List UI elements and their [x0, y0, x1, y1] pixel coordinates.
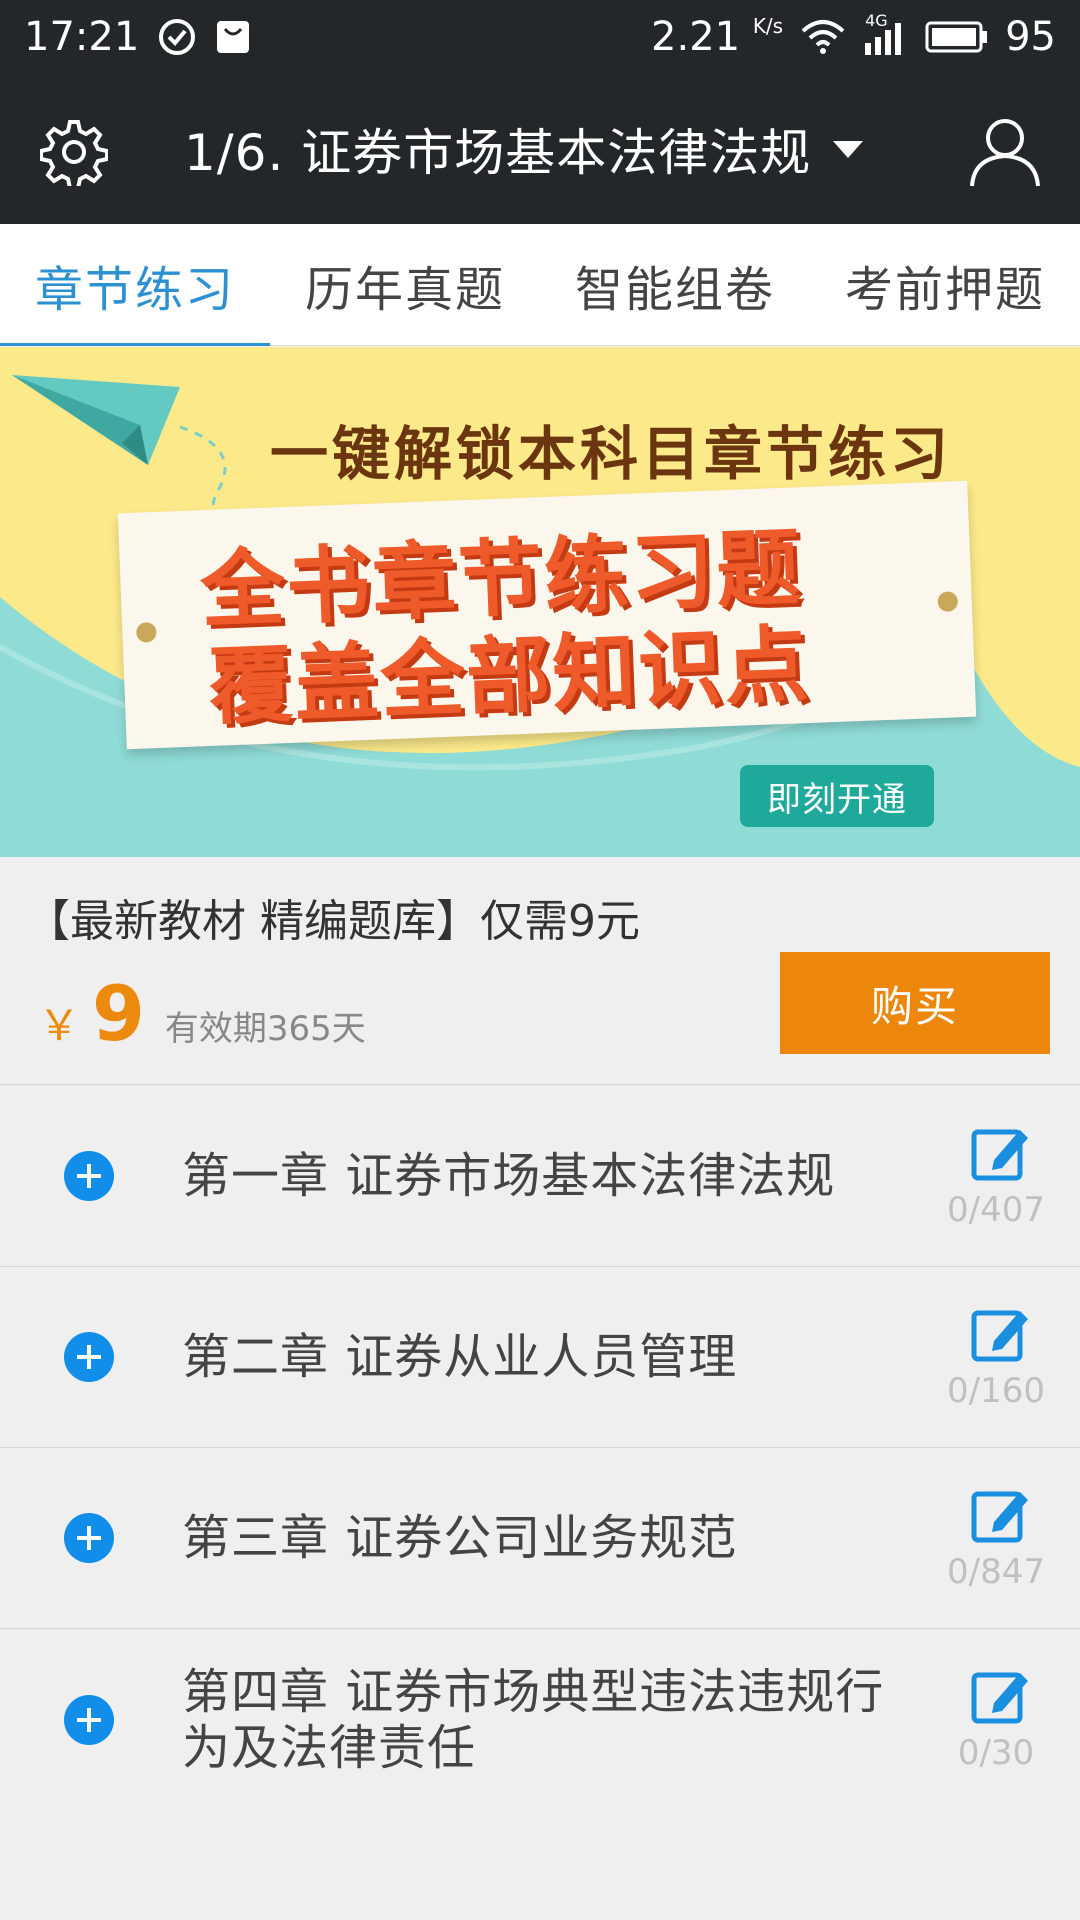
user-icon[interactable]	[968, 114, 1042, 188]
price-value: 9	[92, 969, 145, 1058]
chapter-progress: 0/847	[947, 1552, 1045, 1592]
chapter-row[interactable]: 第二章 证券从业人员管理 0/160	[0, 1267, 1080, 1448]
price-row: ￥ 9 有效期365天	[38, 969, 366, 1058]
expand-plus-icon[interactable]	[64, 1332, 114, 1382]
status-time: 17:21	[24, 14, 140, 60]
edit-icon[interactable]	[970, 1482, 1034, 1546]
promo-text: 【最新教材 精编题库】仅需9元	[26, 896, 640, 947]
status-bar: 17:21 2.21 K/s 4G 95	[0, 0, 1080, 74]
tab-smart-paper[interactable]: 智能组卷	[540, 224, 810, 345]
chapter-row[interactable]: 第一章 证券市场基本法律法规 0/407	[0, 1086, 1080, 1267]
check-circle-icon	[159, 19, 196, 55]
chapter-progress: 0/407	[947, 1190, 1045, 1230]
edit-icon[interactable]	[970, 1120, 1034, 1184]
chapter-row[interactable]: 第四章 证券市场典型违法违规行为及法律责任 0/30	[0, 1629, 1080, 1810]
chapter-title: 第四章 证券市场典型违法违规行为及法律责任	[182, 1663, 885, 1776]
expand-plus-icon[interactable]	[64, 1151, 114, 1201]
validity-text: 有效期365天	[164, 1009, 366, 1049]
wifi-icon	[801, 20, 845, 54]
chapter-row[interactable]: 第三章 证券公司业务规范 0/847	[0, 1448, 1080, 1629]
expand-plus-icon[interactable]	[64, 1694, 114, 1745]
purchase-section: 【最新教材 精编题库】仅需9元 ￥ 9 有效期365天 购买	[0, 857, 1080, 1085]
promo-banner[interactable]: 一键解锁本科目章节练习 全书章节练习题 覆盖全部知识点 即刻开通	[0, 347, 1080, 857]
unlock-now-button[interactable]: 即刻开通	[740, 765, 934, 827]
page-title: 1/6. 证券市场基本法律法规	[184, 124, 812, 182]
battery-icon	[925, 21, 988, 53]
chapter-progress: 0/160	[947, 1371, 1045, 1411]
caret-down-icon	[833, 140, 864, 158]
expand-plus-icon[interactable]	[64, 1513, 114, 1563]
chapter-list: 第一章 证券市场基本法律法规 0/407 第二章 证券从业人员管理 0/160 …	[0, 1086, 1080, 1810]
net-speed: 2.21 K/s	[651, 14, 784, 60]
edit-icon[interactable]	[970, 1301, 1034, 1365]
chapter-progress: 0/30	[957, 1733, 1035, 1773]
buy-button[interactable]: 购买	[780, 952, 1050, 1054]
paper-plane-icon	[12, 375, 241, 529]
edit-icon[interactable]	[970, 1663, 1034, 1727]
tab-bar: 章节练习 历年真题 智能组卷 考前押题	[0, 224, 1080, 346]
chapter-title: 第一章 证券市场基本法律法规	[182, 1148, 836, 1204]
chapter-title: 第二章 证券从业人员管理	[182, 1329, 738, 1385]
subject-selector[interactable]: 1/6. 证券市场基本法律法规	[184, 74, 864, 224]
tab-past-exams[interactable]: 历年真题	[270, 224, 540, 345]
app-header: 1/6. 证券市场基本法律法规	[0, 74, 1080, 224]
bag-icon	[217, 21, 250, 53]
banner-headline: 一键解锁本科目章节练习	[270, 420, 953, 488]
network-type: 4G	[865, 11, 888, 30]
currency-symbol: ￥	[38, 1001, 81, 1050]
chapter-title: 第三章 证券公司业务规范	[182, 1510, 738, 1566]
tab-chapter-practice[interactable]: 章节练习	[0, 224, 270, 346]
gear-icon[interactable]	[40, 118, 108, 186]
banner-line-2: 覆盖全部知识点	[206, 615, 812, 737]
tab-pre-exam[interactable]: 考前押题	[810, 224, 1080, 345]
battery-level: 95	[1005, 14, 1056, 60]
